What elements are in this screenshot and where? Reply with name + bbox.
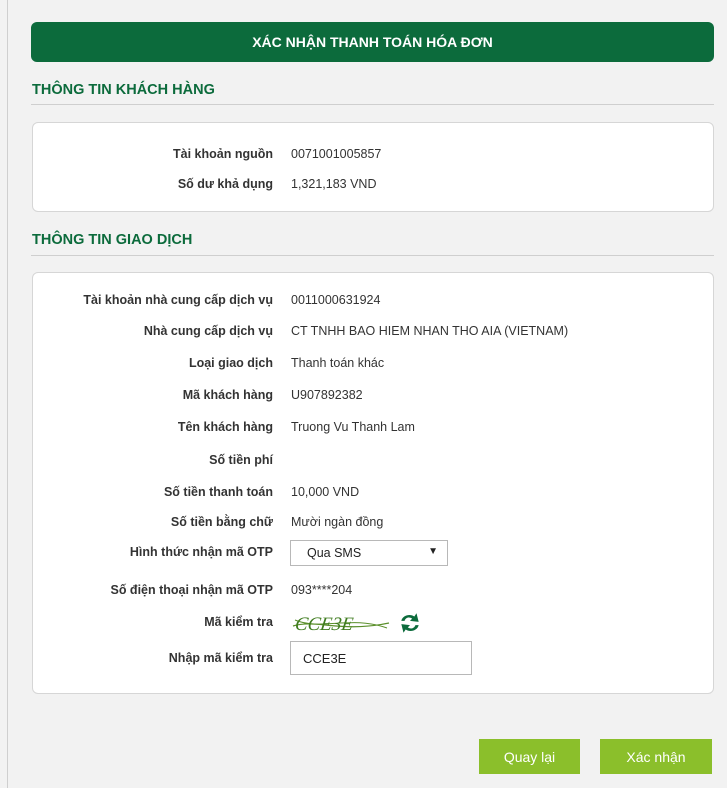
row-label: Số tiền bằng chữ	[170, 515, 273, 529]
left-border	[7, 0, 8, 788]
row-value: Thanh toán khác	[291, 356, 385, 370]
back-button[interactable]: Quay lại	[479, 739, 580, 774]
info-row-otp-phone: Số điện thoại nhận mã OTP 093****204	[33, 583, 713, 601]
row-label: Tài khoản nguồn	[173, 147, 273, 161]
info-row-captcha: Mã kiểm tra CCE3E	[33, 613, 713, 635]
info-row-captcha-input: Nhập mã kiểm tra	[33, 641, 713, 675]
section-divider	[31, 255, 714, 256]
info-row-provider-account: Tài khoản nhà cung cấp dịch vụ 001100063…	[33, 293, 713, 311]
row-value: Truong Vu Thanh Lam	[291, 420, 415, 434]
otp-method-select[interactable]: Qua SMS ▼	[290, 540, 448, 566]
info-row-payment-amount: Số tiền thanh toán 10,000 VND	[33, 485, 713, 503]
row-value: 0071001005857	[291, 147, 382, 161]
info-row-amount-in-words: Số tiền bằng chữ Mười ngàn đồng	[33, 515, 713, 533]
row-label: Số điện thoại nhận mã OTP	[110, 583, 273, 597]
info-row-customer-code: Mã khách hàng U907892382	[33, 388, 713, 406]
row-value: 093****204	[291, 583, 353, 597]
captcha-code: CCE3E	[294, 614, 355, 635]
info-row-customer-name: Tên khách hàng Truong Vu Thanh Lam	[33, 420, 713, 438]
row-value: CT TNHH BAO HIEM NHAN THO AIA (VIETNAM)	[291, 324, 569, 338]
customer-info-title: THÔNG TIN KHÁCH HÀNG	[32, 82, 215, 98]
row-label: Loại giao dịch	[188, 356, 273, 370]
row-value: U907892382	[291, 388, 363, 402]
confirm-button[interactable]: Xác nhận	[600, 739, 712, 774]
info-row-available-balance: Số dư khả dụng 1,321,183 VND	[33, 177, 713, 195]
captcha-image: CCE3E	[292, 614, 390, 635]
caret-down-icon: ▼	[428, 546, 438, 557]
row-label: Số tiền thanh toán	[163, 485, 273, 499]
section-divider	[31, 104, 714, 105]
info-row-fee-amount: Số tiền phí	[33, 453, 713, 471]
captcha-input[interactable]	[290, 641, 472, 675]
customer-info-card: Tài khoản nguồn 0071001005857 Số dư khả …	[32, 122, 714, 212]
page-title: XÁC NHẬN THANH TOÁN HÓA ĐƠN	[31, 22, 714, 62]
row-label: Nhà cung cấp dịch vụ	[143, 324, 273, 338]
row-label: Mã khách hàng	[182, 388, 273, 402]
info-row-otp-method: Hình thức nhận mã OTP Qua SMS ▼	[33, 540, 713, 566]
row-value: Mười ngàn đồng	[291, 515, 384, 529]
info-row-transaction-type: Loại giao dịch Thanh toán khác	[33, 356, 713, 374]
row-label: Tài khoản nhà cung cấp dịch vụ	[83, 293, 273, 307]
info-row-source-account: Tài khoản nguồn 0071001005857	[33, 147, 713, 165]
otp-method-selected: Qua SMS	[307, 546, 362, 560]
row-label: Số tiền phí	[209, 453, 273, 467]
refresh-icon[interactable]	[397, 610, 423, 636]
row-label: Nhập mã kiểm tra	[168, 651, 273, 665]
row-value: 1,321,183 VND	[291, 177, 377, 191]
row-value: 0011000631924	[291, 293, 381, 307]
row-label: Mã kiểm tra	[204, 615, 273, 629]
row-label: Số dư khả dụng	[177, 177, 273, 191]
info-row-provider: Nhà cung cấp dịch vụ CT TNHH BAO HIEM NH…	[33, 324, 713, 342]
row-label: Tên khách hàng	[177, 420, 273, 434]
row-label: Hình thức nhận mã OTP	[129, 545, 273, 559]
bill-payment-confirmation-page: XÁC NHẬN THANH TOÁN HÓA ĐƠN THÔNG TIN KH…	[0, 0, 727, 788]
transaction-info-card: Tài khoản nhà cung cấp dịch vụ 001100063…	[32, 272, 714, 694]
transaction-info-title: THÔNG TIN GIAO DỊCH	[32, 232, 193, 248]
row-value: 10,000 VND	[291, 485, 360, 499]
